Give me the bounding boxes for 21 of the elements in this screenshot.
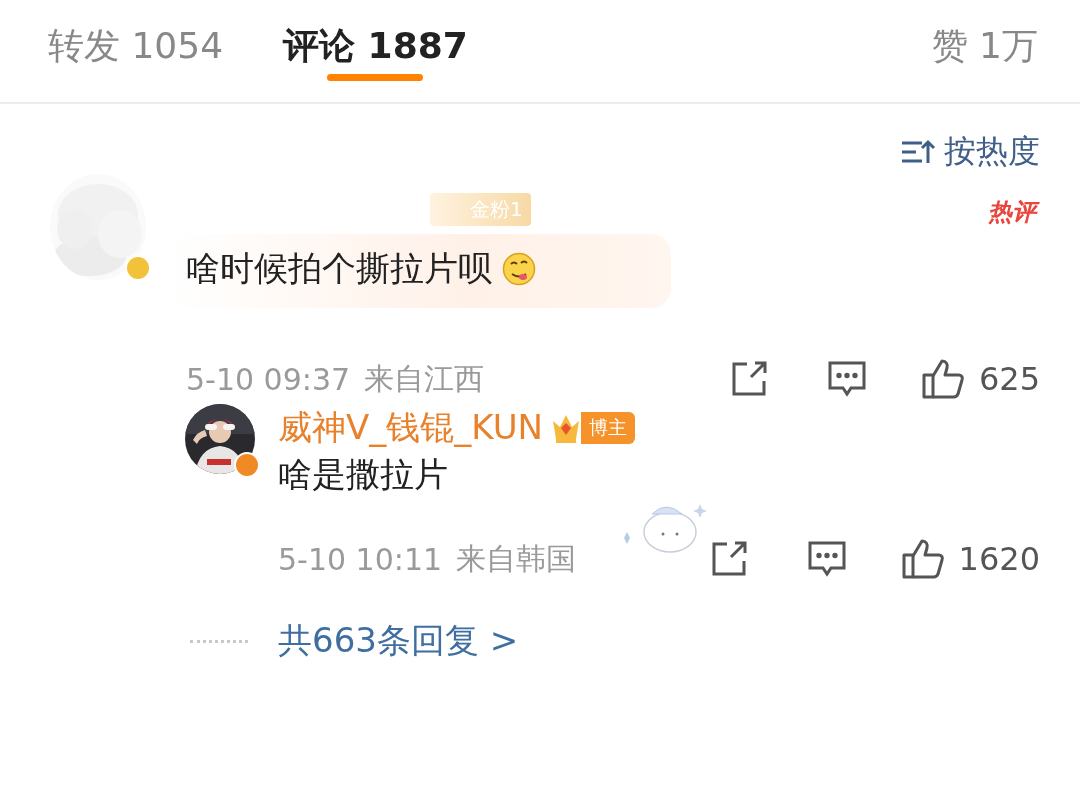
tab[interactable]: 评论 1887 (277, 0, 474, 82)
comment-text: 啥是撒拉片 (278, 453, 448, 496)
author-badge: 博主 (580, 412, 635, 444)
tab[interactable]: 转发 1054 (42, 0, 230, 82)
sort-button[interactable]: 按热度 (900, 130, 1040, 174)
user-name[interactable]: 威神V_钱锟_KUN (278, 405, 543, 451)
comment-icon[interactable] (806, 540, 847, 578)
comment-location: 来自韩国 (456, 539, 577, 578)
comment-text: 啥时候拍个撕拉片呗 (186, 247, 492, 290)
likes-tab[interactable]: 赞 1万 (931, 0, 1038, 71)
comment-time: 5-10 09:37 (186, 361, 351, 397)
comment-time: 5-10 10:11 (278, 541, 443, 577)
fan-badge: 金粉1 (430, 192, 531, 226)
thumbs-up-icon[interactable] (920, 358, 965, 400)
comment-icon[interactable] (826, 360, 867, 398)
thumbs-up-icon[interactable] (900, 538, 945, 580)
like-count: 625 (978, 360, 1040, 398)
comment-location: 来自江西 (364, 359, 485, 398)
more-replies-link[interactable]: 共663条回复 > (278, 618, 519, 664)
like-count: 1620 (958, 540, 1040, 578)
emoji-icon (502, 252, 536, 286)
